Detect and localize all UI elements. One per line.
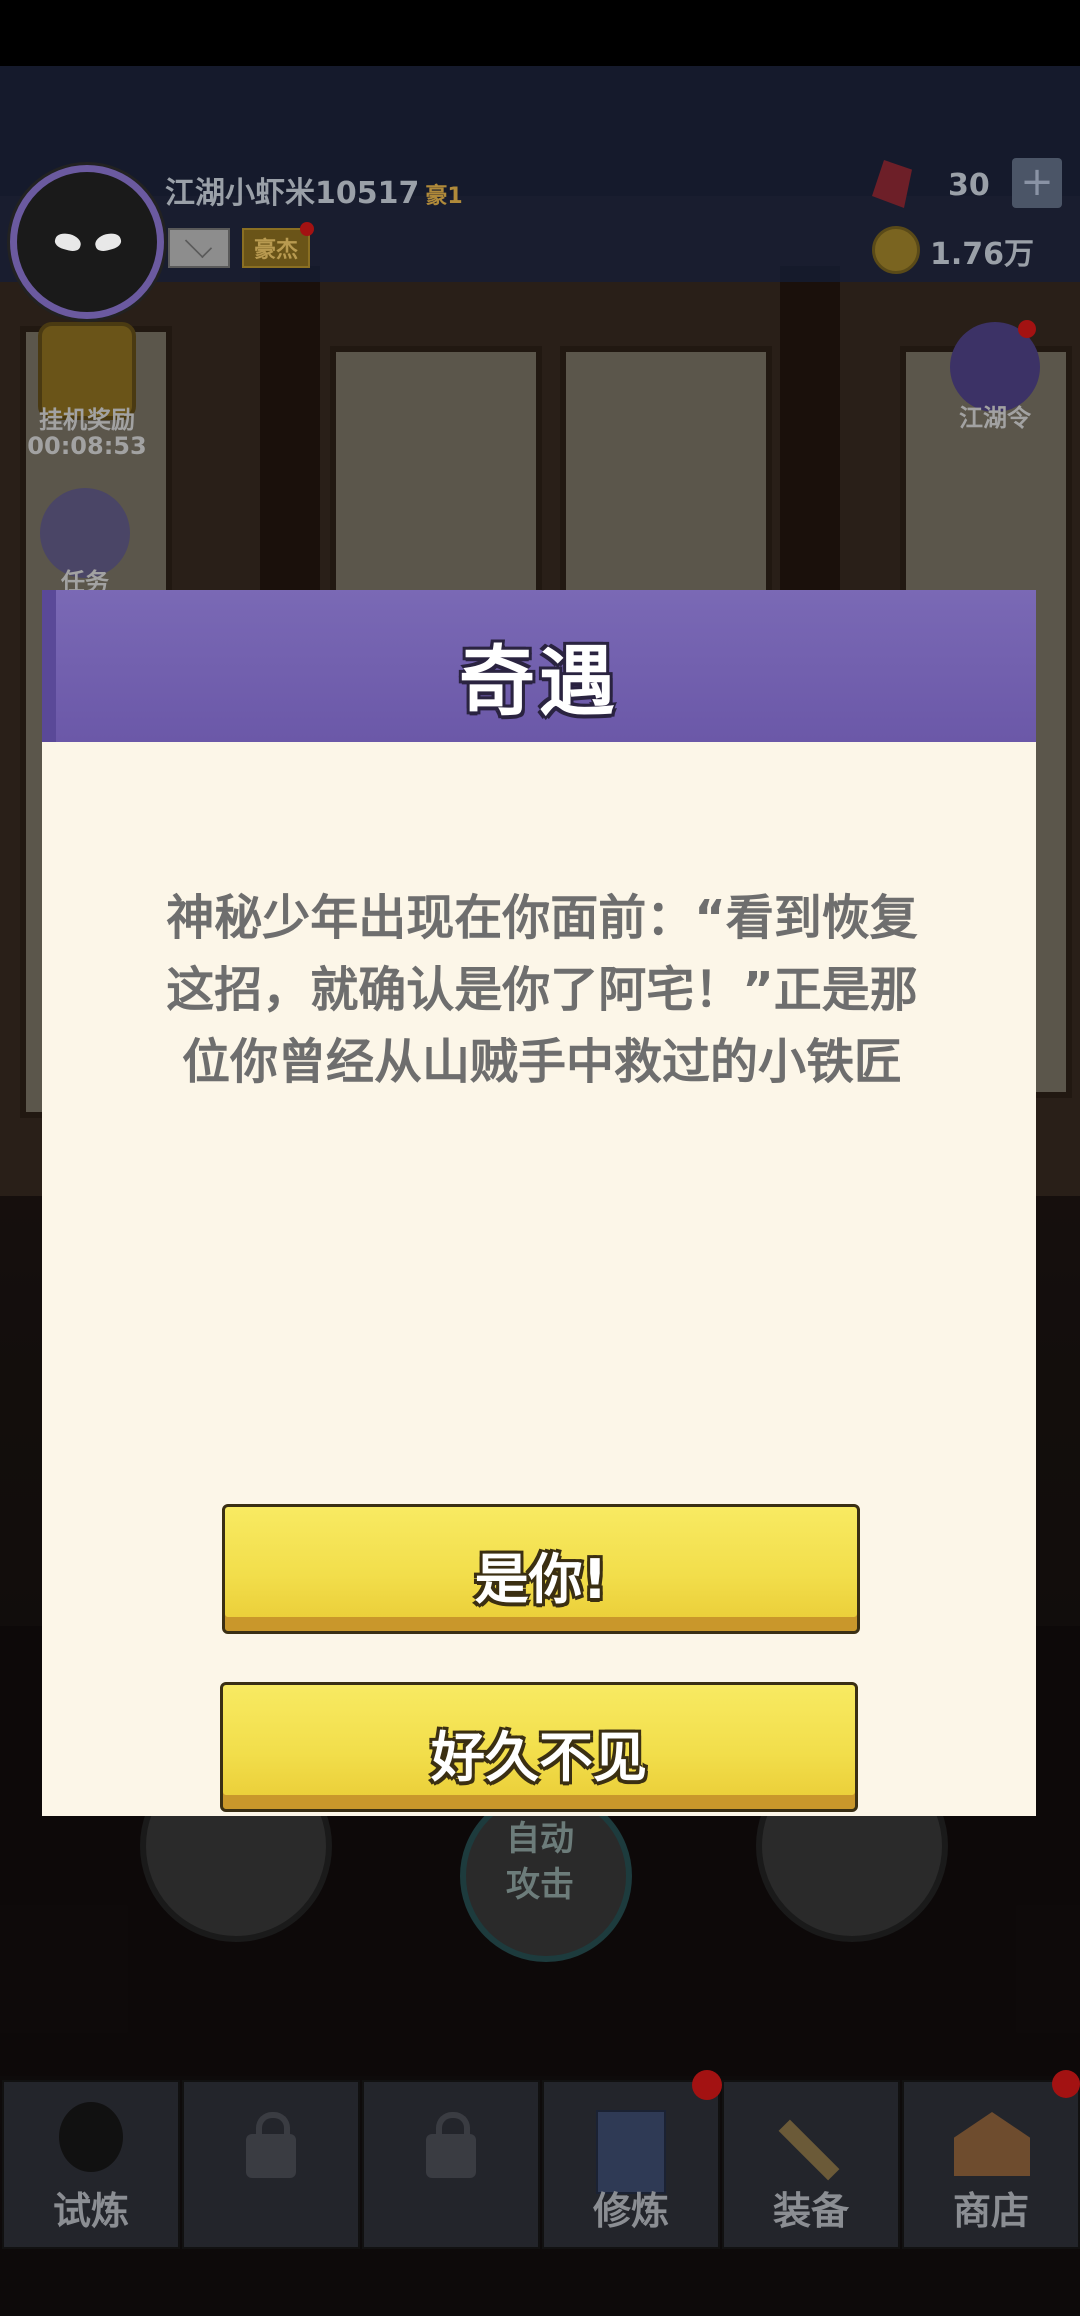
- tab-cultivate[interactable]: 修炼: [542, 2080, 720, 2249]
- dialog-body: 神秘少年出现在你面前：“看到恢复这招，就确认是你了阿宅！”正是那位你曾经从山贼手…: [42, 742, 1036, 1816]
- tab-trial-label: 试炼: [52, 2189, 129, 2233]
- coin-count: 1.76万: [930, 237, 1035, 272]
- add-gems-button[interactable]: +: [1012, 158, 1062, 208]
- rank-badge: 豪1: [425, 184, 463, 209]
- choice-its-you-label: 是你!: [474, 1548, 608, 1611]
- player-avatar[interactable]: [10, 165, 164, 319]
- coin-icon: [872, 226, 920, 274]
- tab-shop[interactable]: 商店: [902, 2080, 1080, 2249]
- tab-trial[interactable]: 试炼: [2, 2080, 180, 2249]
- tab-shop-dot: [1052, 2070, 1080, 2098]
- tab-shop-label: 商店: [952, 2189, 1029, 2233]
- jianghu-order-dot: [1018, 320, 1036, 338]
- player-name-text: 江湖小虾米10517: [165, 176, 420, 211]
- ninja-icon: [59, 2102, 123, 2172]
- shop-icon: [954, 2112, 1030, 2176]
- dialog-header: 奇遇: [42, 590, 1036, 746]
- dialog-title: 奇遇: [459, 637, 619, 726]
- auto-attack-line1: 自动: [506, 1819, 574, 1859]
- mail-icon[interactable]: [168, 228, 230, 268]
- sword-icon: [778, 2119, 840, 2181]
- title-badge[interactable]: 豪杰: [242, 228, 311, 268]
- lock-icon: [246, 2112, 296, 2178]
- tab-cultivate-label: 修炼: [592, 2189, 669, 2233]
- player-name: 江湖小虾米10517 豪1: [165, 168, 463, 212]
- tab-equipment-label: 装备: [772, 2189, 849, 2233]
- idle-reward-label: 挂机奖励: [39, 406, 135, 434]
- choice-long-time-label: 好久不见: [431, 1726, 647, 1789]
- choice-long-time-button[interactable]: 好久不见: [220, 1682, 858, 1812]
- dialog-message: 神秘少年出现在你面前：“看到恢复这招，就确认是你了阿宅！”正是那位你曾经从山贼手…: [166, 890, 918, 1090]
- tab-locked-2[interactable]: [362, 2080, 540, 2249]
- auto-attack-line2: 攻击: [506, 1865, 574, 1905]
- notification-dot: [300, 222, 314, 236]
- gem-count: 30: [948, 168, 990, 203]
- tab-cultivate-dot: [692, 2070, 722, 2100]
- tab-locked-1[interactable]: [182, 2080, 360, 2249]
- encounter-dialog: 奇遇 神秘少年出现在你面前：“看到恢复这招，就确认是你了阿宅！”正是那位你曾经从…: [42, 590, 1036, 1816]
- idle-timer: 00:08:53: [27, 432, 147, 460]
- status-bar: [0, 0, 1080, 66]
- lock-icon: [426, 2112, 476, 2178]
- choice-its-you-button[interactable]: 是你!: [222, 1504, 860, 1634]
- jianghu-order-label: 江湖令: [959, 404, 1031, 432]
- tab-equipment[interactable]: 装备: [722, 2080, 900, 2249]
